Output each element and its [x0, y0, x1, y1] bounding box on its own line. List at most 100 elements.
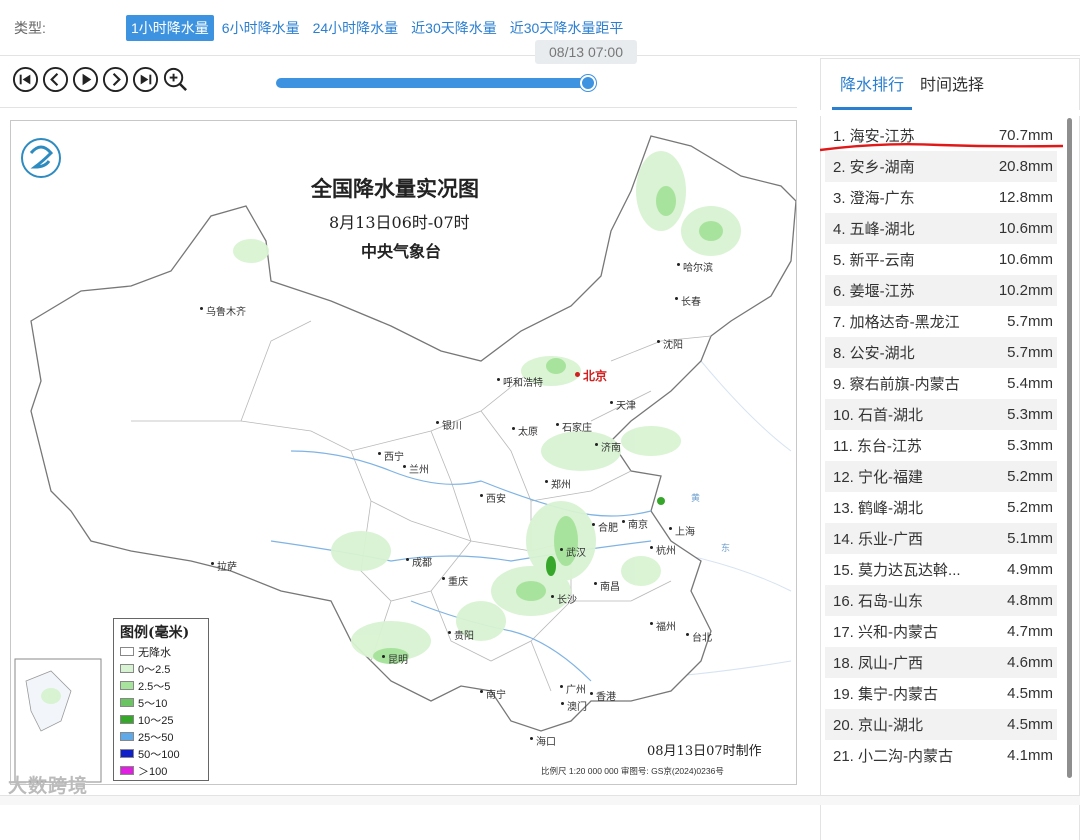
precip-value: 5.7mm [1007, 344, 1053, 361]
ranking-row[interactable]: 16. 石岛-山东 4.8mm [825, 585, 1057, 616]
ranking-row[interactable]: 21. 小二沟-内蒙古 4.1mm [825, 740, 1057, 771]
ranking-row[interactable]: 13. 鹤峰-湖北 5.2mm [825, 492, 1057, 523]
legend-swatch [120, 698, 134, 707]
ranking-row[interactable]: 20. 京山-湖北 4.5mm [825, 709, 1057, 740]
station-name: 3. 澄海-广东 [833, 190, 915, 207]
legend-row: 无降水 [120, 643, 202, 660]
ranking-row[interactable]: 11. 东台-江苏 5.3mm [825, 430, 1057, 461]
type-label: 类型: [14, 19, 46, 36]
legend-row: 25～50 [120, 728, 202, 745]
precip-value: 12.8mm [998, 189, 1053, 206]
station-name: 2. 安乡-湖南 [833, 159, 915, 176]
made-time: 08月13日07时制作 [647, 744, 762, 759]
station-name: 10. 石首-湖北 [833, 407, 924, 424]
city-label: 长春 [675, 293, 701, 308]
tab-time-select[interactable]: 时间选择 [912, 64, 992, 110]
tab-6h-precip[interactable]: 6小时降水量 [217, 15, 305, 41]
prev-icon[interactable] [42, 66, 69, 93]
divider [0, 107, 797, 108]
ranking-row[interactable]: 19. 集宁-内蒙古 4.5mm [825, 678, 1057, 709]
precip-value: 10.6mm [998, 251, 1053, 268]
station-name: 14. 乐业-广西 [833, 531, 924, 548]
station-name: 17. 兴和-内蒙古 [833, 624, 939, 641]
map-legend: 图例(毫米) 无降水 0～2.5 2.5～5 5～10 10～25 25～50 50～100… [113, 618, 209, 781]
map-title: 全国降水量实况图 [311, 176, 479, 201]
ranking-row[interactable]: 4. 五峰-湖北 10.6mm [825, 213, 1057, 244]
ranking-row[interactable]: 5. 新平-云南 10.6mm [825, 244, 1057, 275]
precip-value: 4.7mm [1007, 623, 1053, 640]
legend-swatch [120, 715, 134, 724]
ranking-row[interactable]: 14. 乐业-广西 5.1mm [825, 523, 1057, 554]
tab-1h-precip[interactable]: 1小时降水量 [126, 14, 214, 41]
ranking-row[interactable]: 15. 莫力达瓦达斡... 4.9mm [825, 554, 1057, 585]
ranking-row[interactable]: 10. 石首-湖北 5.3mm [825, 399, 1057, 430]
legend-row: 5～10 [120, 694, 202, 711]
ranking-row[interactable]: 2. 安乡-湖南 20.8mm [825, 151, 1057, 182]
zoom-in-icon[interactable] [162, 66, 189, 93]
legend-swatch [120, 681, 134, 690]
city-label: 南昌 [594, 578, 620, 593]
legend-swatch [120, 732, 134, 741]
station-name: 18. 凤山-广西 [833, 655, 924, 672]
station-name: 7. 加格达奇-黑龙江 [833, 314, 960, 331]
first-icon[interactable] [12, 66, 39, 93]
city-label: 哈尔滨 [677, 259, 713, 274]
map-org: 中央气象台 [361, 242, 442, 261]
precip-value: 5.3mm [1007, 406, 1053, 423]
legend-label: 25～50 [138, 731, 174, 744]
time-tooltip: 08/13 07:00 [535, 40, 637, 64]
legend-swatch [120, 647, 134, 656]
scale-note: 比例尺 1:20 000 000 审图号: GS京(2024)0236号 [541, 766, 724, 776]
play-icon[interactable] [72, 66, 99, 93]
ranking-row[interactable]: 6. 姜堰-江苏 10.2mm [825, 275, 1057, 306]
precip-value: 4.9mm [1007, 561, 1053, 578]
station-name: 16. 石岛-山东 [833, 593, 924, 610]
precip-value: 4.5mm [1007, 685, 1053, 702]
ranking-scrollbar[interactable] [1067, 118, 1072, 778]
precip-map[interactable]: 黄 东 全国降水量实况图 8月13日06时-07时 中央气象台 乌鲁木齐 哈尔滨长… [10, 120, 797, 785]
ranking-row[interactable]: 9. 察右前旗-内蒙古 5.4mm [825, 368, 1057, 399]
svg-text:东: 东 [721, 542, 730, 554]
ranking-row[interactable]: 8. 公安-湖北 5.7mm [825, 337, 1057, 368]
station-name: 13. 鹤峰-湖北 [833, 500, 924, 517]
legend-label: ＞100 [138, 765, 168, 778]
precip-value: 4.5mm [1007, 716, 1053, 733]
legend-row: 2.5～5 [120, 677, 202, 694]
city-label: 南京 [622, 516, 648, 531]
city-label: 济南 [595, 439, 621, 454]
city-label: 天津 [610, 397, 636, 412]
city-label: 石家庄 [556, 419, 592, 434]
next-icon[interactable] [102, 66, 129, 93]
ranking-row[interactable]: 3. 澄海-广东 12.8mm [825, 182, 1057, 213]
legend-swatch [120, 766, 134, 775]
slider-thumb[interactable] [580, 75, 596, 91]
legend-row: 0～2.5 [120, 660, 202, 677]
ranking-row[interactable]: 7. 加格达奇-黑龙江 5.7mm [825, 306, 1057, 337]
tab-precip-ranking[interactable]: 降水排行 [832, 64, 913, 110]
legend-label: 5～10 [138, 697, 168, 710]
legend-label: 50～100 [138, 748, 180, 761]
ranking-row[interactable]: 18. 凤山-广西 4.6mm [825, 647, 1057, 678]
station-name: 9. 察右前旗-内蒙古 [833, 376, 960, 393]
ranking-row[interactable]: 17. 兴和-内蒙古 4.7mm [825, 616, 1057, 647]
tab-30d-anomaly[interactable]: 近30天降水量距平 [505, 15, 629, 41]
time-slider[interactable] [276, 75, 596, 91]
last-icon[interactable] [132, 66, 159, 93]
city-label: 西宁 [378, 448, 404, 463]
city-label: 郑州 [545, 476, 571, 491]
tab-30d-precip[interactable]: 近30天降水量 [406, 15, 502, 41]
svg-text:黄: 黄 [691, 492, 700, 504]
city-label: 贵阳 [448, 627, 474, 642]
legend-label: 0～2.5 [138, 663, 171, 676]
tab-24h-precip[interactable]: 24小时降水量 [308, 15, 404, 41]
precip-value: 4.1mm [1007, 747, 1053, 764]
legend-row: 10～25 [120, 711, 202, 728]
precip-value: 5.4mm [1007, 375, 1053, 392]
ranking-row[interactable]: 12. 宁化-福建 5.2mm [825, 461, 1057, 492]
city-label: 广州 [560, 681, 586, 696]
legend-row: ＞100 [120, 762, 202, 779]
city-label: 昆明 [382, 651, 408, 666]
precip-value: 20.8mm [998, 158, 1053, 175]
city-label: 兰州 [403, 461, 429, 476]
legend-label: 无降水 [138, 646, 171, 659]
